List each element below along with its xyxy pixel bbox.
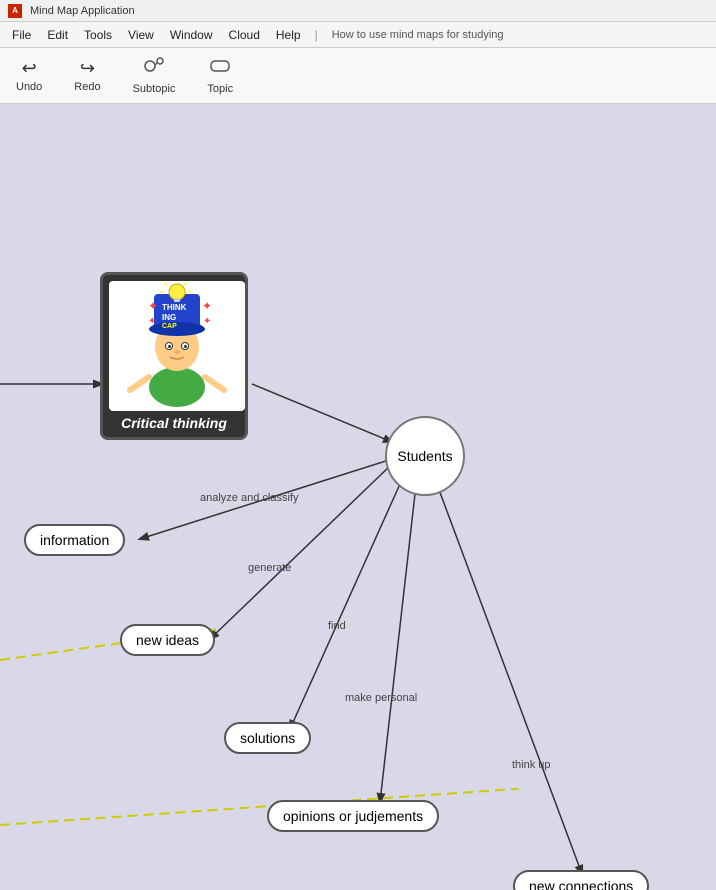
svg-text:ING: ING (162, 313, 176, 322)
help-link[interactable]: How to use mind maps for studying (324, 27, 512, 43)
undo-label: Undo (16, 81, 42, 93)
critical-thinking-node[interactable]: THINK ING CAP ✦ ✦ ✦ ✦ Critical thinki (100, 272, 248, 440)
redo-button[interactable]: ↪ Redo (66, 54, 108, 97)
svg-text:✦: ✦ (203, 316, 211, 327)
new-connections-node[interactable]: new connections (513, 870, 649, 890)
toolbar: ↩ Undo ↪ Redo Subtopic Topic (0, 48, 716, 104)
solutions-label: solutions (240, 730, 295, 746)
svg-text:✦: ✦ (202, 299, 212, 313)
thinking-cap-svg: THINK ING CAP ✦ ✦ ✦ ✦ (112, 282, 242, 410)
new-ideas-label: new ideas (136, 632, 199, 648)
subtopic-label: Subtopic (133, 83, 176, 95)
opinions-node[interactable]: opinions or judjements (267, 800, 439, 832)
new-ideas-node[interactable]: new ideas (120, 624, 215, 656)
information-label: information (40, 532, 109, 548)
new-connections-label: new connections (529, 878, 633, 890)
think-up-edge-label: think up (512, 759, 551, 771)
find-edge-label: find (328, 620, 346, 632)
svg-text:✦: ✦ (148, 299, 158, 313)
redo-label: Redo (74, 81, 100, 93)
redo-icon: ↪ (80, 58, 95, 79)
undo-icon: ↩ (22, 58, 37, 79)
menu-edit[interactable]: Edit (39, 26, 76, 44)
topic-button[interactable]: Topic (199, 52, 241, 99)
undo-button[interactable]: ↩ Undo (8, 54, 50, 97)
opinions-label: opinions or judjements (283, 808, 423, 824)
app-title: Mind Map Application (30, 5, 135, 17)
students-label: Students (397, 448, 452, 464)
svg-text:✦: ✦ (148, 316, 156, 327)
analyze-edge-label: analyze and classify (200, 492, 298, 504)
app-icon: A (8, 4, 22, 18)
menu-tools[interactable]: Tools (76, 26, 120, 44)
menu-cloud[interactable]: Cloud (221, 26, 268, 44)
menu-bar: File Edit Tools View Window Cloud Help |… (0, 22, 716, 48)
critical-thinking-image: THINK ING CAP ✦ ✦ ✦ ✦ (109, 281, 245, 411)
generate-edge-label: generate (248, 562, 291, 574)
menu-help[interactable]: Help (268, 26, 309, 44)
topic-label: Topic (207, 83, 233, 95)
svg-text:THINK: THINK (162, 303, 187, 312)
menu-view[interactable]: View (120, 26, 162, 44)
students-node[interactable]: Students (385, 416, 465, 496)
subtopic-icon (143, 56, 165, 81)
menu-divider: | (309, 28, 324, 42)
menu-file[interactable]: File (4, 26, 39, 44)
connection-lines (0, 104, 716, 890)
critical-thinking-caption: Critical thinking (109, 415, 239, 431)
title-bar: A Mind Map Application (0, 0, 716, 22)
menu-window[interactable]: Window (162, 26, 221, 44)
subtopic-button[interactable]: Subtopic (125, 52, 184, 99)
topic-icon (209, 56, 231, 81)
solutions-node[interactable]: solutions (224, 722, 311, 754)
canvas[interactable]: THINK ING CAP ✦ ✦ ✦ ✦ Critical thinki (0, 104, 716, 890)
information-node[interactable]: information (24, 524, 125, 556)
make-personal-edge-label: make personal (345, 692, 417, 704)
svg-text:CAP: CAP (162, 323, 177, 330)
